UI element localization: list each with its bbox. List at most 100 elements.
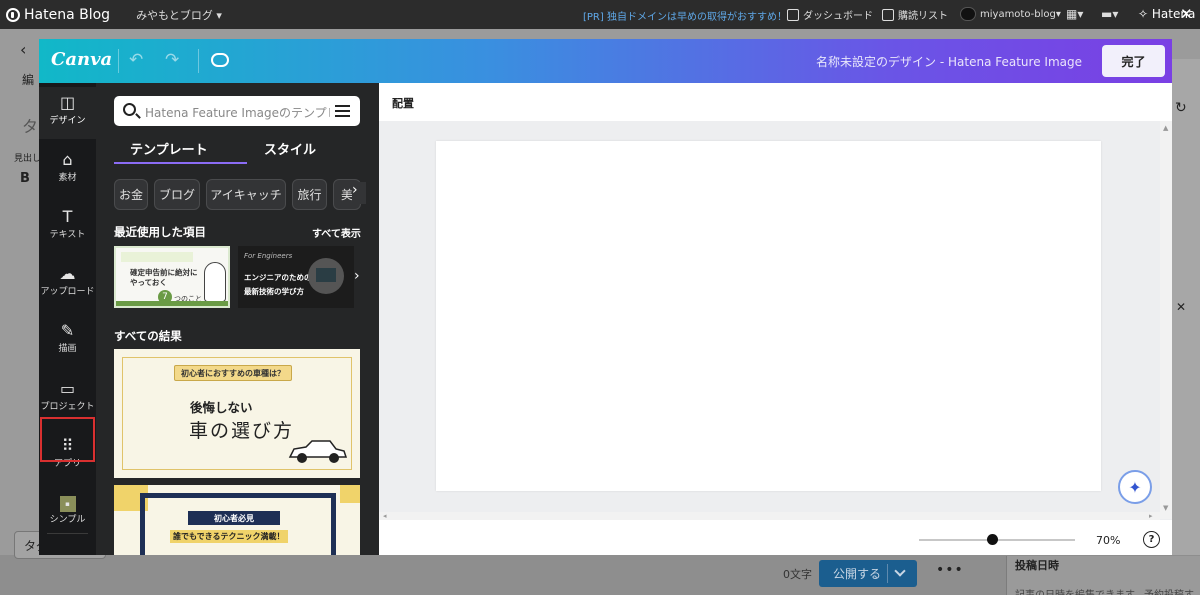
rail-item-2[interactable]: T テキスト [39,201,96,253]
filter-icon[interactable] [335,103,350,118]
user-name: miyamoto-blog [980,8,1056,20]
result-template-web[interactable]: 初心者必見 誰でもできるテクニック満載！ [114,485,360,555]
template-search-input[interactable]: Hatena Feature Imageのテンプレート [114,96,360,126]
recent-next-icon[interactable]: › [354,268,360,284]
hatena-header: Hatena Blog みやもとブログ ▾ [PR] 独自ドメインは早めの取得が… [0,0,1200,29]
reading-list-label: 購読リスト [898,11,948,22]
recent-template-engineer[interactable]: For Engineers エンジニアのための 最新技術の学び方 [238,246,354,308]
publish-label: 公開する [833,567,882,581]
zoom-level[interactable]: 70% [1096,534,1120,547]
word-count: 0文字 [783,568,812,581]
result2-pill: 初心者必見 [188,511,280,525]
done-button[interactable]: 完了 [1102,45,1165,77]
person-illustration-icon [204,262,226,302]
text-icon: T [62,206,73,226]
notifications-menu[interactable]: ▬ ▾ [1101,7,1118,21]
canvas-footer [379,520,1172,555]
blog-selector[interactable]: みやもとブログ ▾ [136,7,222,23]
pr-link[interactable]: [PR] 独自ドメインは早めの取得がおすすめ！ [583,8,787,23]
chip-travel[interactable]: 旅行 [292,179,327,210]
rail-label: デザイン [49,116,86,126]
engineer-photo-icon [308,258,344,294]
result1-pill: 初心者におすすめの車種は？ [174,365,292,381]
user-menu[interactable]: miyamoto-blog ▾ [960,7,1061,21]
grid-icon: ▦ [1066,7,1078,21]
title-placeholder: タ [22,117,39,136]
rail-label: シンプル [49,515,86,525]
chat-icon: ▬ [1101,7,1113,21]
search-placeholder: Hatena Feature Imageのテンプレート [145,106,330,120]
rail-divider [47,533,88,534]
post-date-note: 記事の日時を編集できます。予約投稿す [1015,586,1194,595]
recent1-line: 確定申告前に絶対にやっておく [130,268,198,287]
hatena-logo-icon [6,7,20,22]
design-page[interactable] [436,141,1101,491]
design-title[interactable]: 名称未設定のデザイン - Hatena Feature Image [816,53,1082,70]
canva-modal: Canva ↶ ↷ 名称未設定のデザイン - Hatena Feature Im… [39,39,1172,555]
chip-next-icon[interactable]: › [352,182,366,204]
vertical-scrollbar[interactable]: ▲ ▼ [1160,121,1172,519]
rail-item-0[interactable]: ◫ デザイン [39,87,96,139]
dashboard-label: ダッシュボード [803,11,873,22]
canvas-toolbar: 配置 [379,83,1172,121]
projects-highlight-box [40,417,95,462]
recent-heading: 最近使用した項目 [114,225,206,239]
bold-button[interactable]: B [20,171,30,186]
undo-icon[interactable]: ↶ [129,50,143,70]
heading-dropdown[interactable]: 見出し [14,151,41,164]
panel-close-icon[interactable]: ✕ [1176,300,1186,314]
rail-label: 描画 [58,344,77,354]
simple-thumb-icon: ▪ [59,496,76,512]
refresh-icon[interactable]: ↻ [1175,100,1187,116]
rail-item-4[interactable]: ✎ 描画 [39,315,96,367]
apps-menu[interactable]: ▦ ▾ [1066,7,1083,21]
arrange-button[interactable]: 配置 [392,95,414,111]
reading-list-icon [882,8,894,21]
result-template-car[interactable]: 初心者におすすめの車種は？ 後悔しない 車の選び方 [114,349,360,478]
tab-templates[interactable]: テンプレート [130,139,208,158]
magic-sparkle-icon[interactable]: ✦ [1118,470,1152,504]
result1-line2: 車の選び方 [189,420,295,442]
hatena-logo[interactable]: Hatena Blog [6,7,110,23]
chip-eyecatch[interactable]: アイキャッチ [206,179,286,210]
horizontal-scrollbar[interactable]: ◂ ▸ [379,512,1160,520]
active-tab-underline [114,162,247,164]
rail-label: テキスト [49,230,86,240]
publish-button[interactable]: 公開する [819,560,917,587]
canva-side-rail: ◫ デザイン ⌂ 素材 T テキスト ☁ アップロード ✎ 描画 ▭ プロジェクト ⠿ アプリ ▪ シンプル [39,83,96,555]
see-all-link[interactable]: すべて表示 [312,225,361,240]
canvas-area: 配置 ▲ ▼ ◂ ▸ ✦ 70% ? [379,83,1172,555]
help-icon[interactable]: ? [1143,531,1160,548]
editor-tab-label[interactable]: 編 [22,71,34,88]
rail-label: 素材 [58,173,77,183]
chevron-down-icon[interactable] [894,565,906,577]
post-date-label: 投稿日時 [1015,559,1059,572]
upload-icon: ☁ [59,263,76,283]
template-panel: Hatena Feature Imageのテンプレート テンプレート スタイル … [96,83,379,555]
rail-item-7[interactable]: ▪ シンプル [39,490,96,542]
result1-line1: 後悔しない [190,400,253,415]
rail-item-1[interactable]: ⌂ 素材 [39,144,96,196]
redo-icon[interactable]: ↷ [165,50,179,70]
post-date-panel: 投稿日時 記事の日時を編集できます。予約投稿す [1006,556,1200,595]
canva-logo: Canva [51,49,113,70]
more-options-button[interactable]: ••• [936,562,964,578]
reading-list-link[interactable]: 購読リスト [882,7,948,22]
chip-money[interactable]: お金 [114,179,148,210]
recent2-sub: For Engineers [244,252,293,260]
close-icon[interactable]: ✕ [1180,5,1193,23]
back-arrow-icon[interactable]: ‹ [20,40,26,59]
recent-template-tax[interactable]: 確定申告前に絶対にやっておく 7 つのこと [114,246,230,308]
avatar [960,7,976,21]
canva-header: Canva ↶ ↷ 名称未設定のデザイン - Hatena Feature Im… [39,39,1172,83]
recent2-line2: 最新技術の学び方 [244,287,304,296]
chip-blog[interactable]: ブログ [154,179,200,210]
rail-label: プロジェクト [40,402,95,412]
rail-item-3[interactable]: ☁ アップロード [39,258,96,310]
tab-styles[interactable]: スタイル [264,139,316,158]
dashboard-link[interactable]: ダッシュボード [787,7,873,22]
sparkle-icon: ✧ [1138,7,1149,21]
hatena-brand: Hatena Blog [24,6,111,23]
cloud-save-icon[interactable] [211,53,229,67]
draw-icon: ✎ [60,320,75,340]
